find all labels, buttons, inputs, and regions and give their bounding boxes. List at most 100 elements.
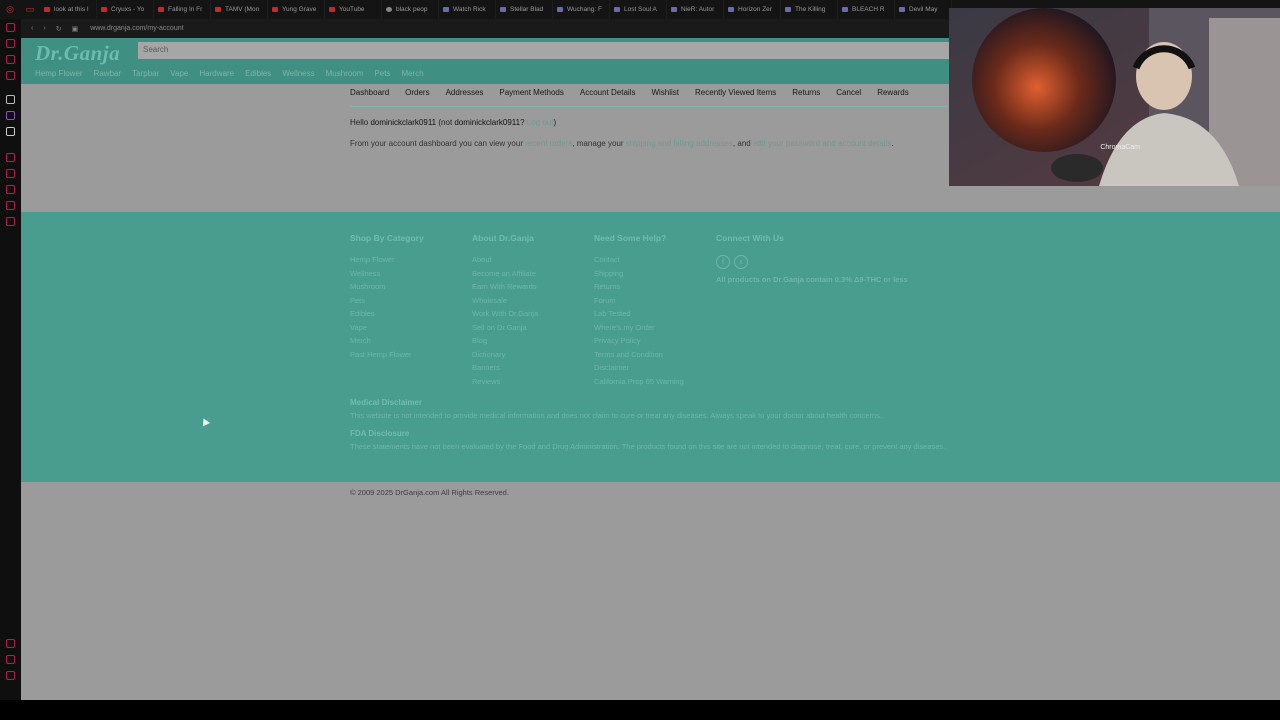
footer-link[interactable]: Banners [472, 363, 538, 377]
browser-tab[interactable]: TAMV (Mon [211, 0, 268, 19]
sidebar-chat-icon[interactable] [6, 71, 15, 80]
sidebar-play-icon[interactable] [6, 169, 15, 178]
sidebar-clock-icon[interactable] [6, 153, 15, 162]
footer-link[interactable]: Reviews [472, 377, 538, 391]
footer-link[interactable]: Blog [472, 336, 538, 350]
sidebar-timer-icon[interactable] [6, 185, 15, 194]
tab-list-icon[interactable]: ▭ [20, 0, 40, 19]
site-logo[interactable]: Dr.Ganja [35, 41, 120, 66]
account-nav-item[interactable]: Payment Methods [499, 88, 563, 106]
browser-tab[interactable]: NieR: Autor [667, 0, 724, 19]
account-nav-item[interactable]: Addresses [446, 88, 484, 106]
sidebar-more-icon[interactable] [6, 671, 15, 680]
addresses-link[interactable]: shipping and billing addresses [626, 139, 733, 148]
account-nav-item[interactable]: Cancel [836, 88, 861, 106]
browser-tab[interactable]: Stellar Blad [496, 0, 553, 19]
browser-tab[interactable]: Yung Grave [268, 0, 325, 19]
footer-column-help: Need Some Help? Contact Shipping Returns For… [594, 233, 684, 390]
tab-actions-icon[interactable]: ◎ [0, 0, 20, 19]
footer-link[interactable]: Wellness [350, 269, 424, 283]
browser-tab[interactable]: Watch Rick [439, 0, 496, 19]
footer-link[interactable]: Terms and Condition [594, 350, 684, 364]
nav-item[interactable]: Hemp Flower [35, 69, 83, 78]
footer-link[interactable]: Disclaimer [594, 363, 684, 377]
search-input[interactable]: Search [138, 42, 949, 59]
account-nav-item[interactable]: Account Details [580, 88, 636, 106]
browser-tab[interactable]: Horizon Zer [724, 0, 781, 19]
footer-link[interactable]: Edibles [350, 309, 424, 323]
nav-item[interactable]: Merch [401, 69, 423, 78]
sidebar-history-icon[interactable] [6, 23, 15, 32]
sidebar-app-icon[interactable] [6, 95, 15, 104]
footer-link[interactable]: Work With Dr.Ganja [472, 309, 538, 323]
logout-link[interactable]: Log out [527, 118, 554, 127]
footer-link[interactable]: Shipping [594, 269, 684, 283]
x-social-icon[interactable]: x [734, 255, 748, 269]
account-details-link[interactable]: edit your password and account details [753, 139, 891, 148]
footer-link[interactable]: Lab Tested [594, 309, 684, 323]
nav-item[interactable]: Pets [374, 69, 390, 78]
forward-icon[interactable]: › [43, 25, 45, 32]
tab-title: Horizon Zer [738, 6, 772, 13]
footer-link[interactable]: Become an Affiliate [472, 269, 538, 283]
nav-item[interactable]: Tarpbar [132, 69, 159, 78]
account-nav: Dashboard Orders Addresses Payment Methods A… [350, 88, 948, 107]
account-nav-item[interactable]: Orders [405, 88, 429, 106]
footer-link[interactable]: About [472, 255, 538, 269]
nav-item[interactable]: Edibles [245, 69, 271, 78]
facebook-icon[interactable]: f [716, 255, 730, 269]
url-text[interactable]: www.drganja.com/my-account [90, 25, 183, 32]
generic-favicon-icon [614, 7, 620, 12]
recent-orders-link[interactable]: recent orders [525, 139, 572, 148]
account-nav-item[interactable]: Returns [792, 88, 820, 106]
sidebar-square-icon[interactable] [6, 655, 15, 664]
browser-tab[interactable]: Cryuxs - Yo [97, 0, 154, 19]
youtube-favicon-icon [158, 7, 164, 12]
nav-item[interactable]: Vape [170, 69, 188, 78]
disclaimers: Medical Disclaimer This website is not i… [350, 396, 950, 453]
browser-tab[interactable]: black peop [382, 0, 439, 19]
account-nav-item[interactable]: Rewards [877, 88, 909, 106]
browser-tab[interactable]: Lost Soul A [610, 0, 667, 19]
sidebar-note-icon[interactable] [6, 201, 15, 210]
footer-link[interactable]: Sell on Dr.Ganja [472, 323, 538, 337]
footer-link[interactable]: Earn With Rewards [472, 282, 538, 296]
account-nav-item[interactable]: Wishlist [651, 88, 679, 106]
footer-link[interactable]: Hemp Flower [350, 255, 424, 269]
browser-tab[interactable]: YouTube [325, 0, 382, 19]
footer-link[interactable]: Past Hemp Flower [350, 350, 424, 364]
nav-item[interactable]: Rawbar [94, 69, 122, 78]
nav-item[interactable]: Mushroom [326, 69, 364, 78]
browser-tab[interactable]: Wuchang: F [553, 0, 610, 19]
footer-link[interactable]: Where's my Order [594, 323, 684, 337]
footer-link[interactable]: Vape [350, 323, 424, 337]
footer-link[interactable]: Returns [594, 282, 684, 296]
footer-link[interactable]: Pets [350, 296, 424, 310]
sidebar-x-icon[interactable] [6, 127, 15, 136]
tab-title: Lost Soul A [624, 6, 657, 13]
account-nav-item[interactable]: Recently Viewed Items [695, 88, 776, 106]
reload-icon[interactable]: ↻ [56, 25, 62, 33]
browser-tab[interactable]: look at this I [40, 0, 97, 19]
footer-link[interactable]: California Prop 65 Warning [594, 377, 684, 391]
footer-link[interactable]: Dictionary [472, 350, 538, 364]
back-icon[interactable]: ‹ [31, 25, 33, 32]
sidebar-box-icon[interactable] [6, 639, 15, 648]
footer-link[interactable]: Wholesale [472, 296, 538, 310]
sidebar-settings-icon[interactable] [6, 217, 15, 226]
nav-item[interactable]: Wellness [282, 69, 314, 78]
footer-link[interactable]: Contact [594, 255, 684, 269]
footer-link[interactable]: Privacy Policy [594, 336, 684, 350]
footer-link[interactable]: Mushroom [350, 282, 424, 296]
sidebar-bag-icon[interactable] [6, 39, 15, 48]
nav-item[interactable]: Hardware [199, 69, 234, 78]
browser-tab[interactable]: Falling In Fr [154, 0, 211, 19]
account-nav-item[interactable]: Dashboard [350, 88, 389, 106]
browser-tab[interactable]: BLEACH R [838, 0, 895, 19]
browser-tab[interactable]: The Killing [781, 0, 838, 19]
footer-link[interactable]: Forum [594, 296, 684, 310]
footer-link[interactable]: Merch [350, 336, 424, 350]
browser-tab[interactable]: Devil May [895, 0, 952, 19]
sidebar-twitch-icon[interactable] [6, 111, 15, 120]
sidebar-messages-icon[interactable] [6, 55, 15, 64]
